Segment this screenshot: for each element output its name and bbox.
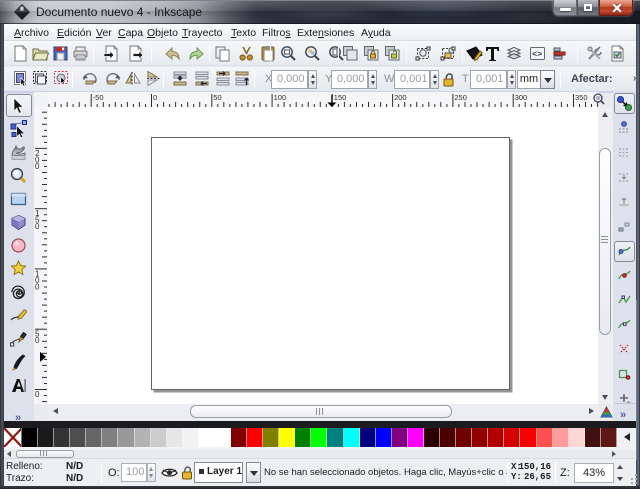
svg-text:250: 250 [454,93,467,102]
svg-text:0: 0 [35,222,40,231]
svg-text:200: 200 [394,93,407,102]
svg-text:0: 0 [35,336,40,345]
svg-text:0: 0 [35,390,40,399]
svg-text:0: 0 [153,93,157,102]
svg-text:-50: -50 [93,93,104,102]
svg-text:50: 50 [213,93,221,102]
svg-text:150: 150 [334,93,347,102]
svg-text:<>: <> [532,50,542,60]
svg-text:0: 0 [35,282,40,291]
svg-text:100: 100 [274,93,287,102]
svg-text:0: 0 [35,162,40,171]
svg-text:350: 350 [575,93,588,102]
svg-text:300: 300 [515,93,528,102]
